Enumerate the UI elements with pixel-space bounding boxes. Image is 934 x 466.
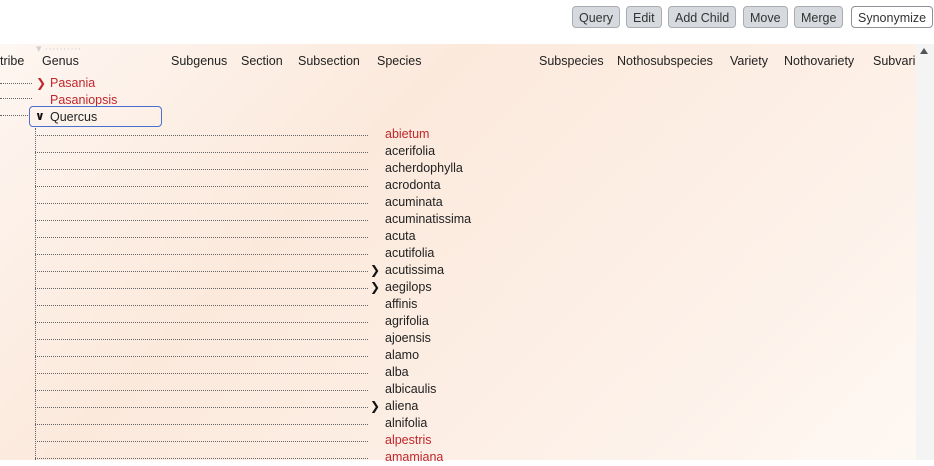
scroll-up-arrow-icon[interactable] — [920, 48, 928, 54]
species-acherdophylla[interactable]: acherdophylla — [385, 160, 463, 177]
column-header-section: Section — [241, 54, 283, 68]
tree-connector — [35, 356, 368, 357]
genus-pasaniopsis[interactable]: Pasaniopsis — [50, 93, 117, 107]
tree-connector — [35, 135, 368, 136]
tree-connector — [35, 254, 368, 255]
expand-chevron-right-icon[interactable]: ❯ — [370, 279, 380, 296]
genus-pasania[interactable]: Pasania — [50, 76, 95, 90]
species-abietum[interactable]: abietum — [385, 126, 429, 143]
tree-connector — [0, 115, 28, 116]
tree-connector — [35, 271, 368, 272]
tree-connector — [35, 373, 368, 374]
genus-quercus[interactable]: Quercus — [50, 110, 97, 124]
species-aegilops[interactable]: aegilops — [385, 279, 432, 296]
synonymize-button[interactable]: Synonymize — [851, 6, 934, 28]
species-ajoensis[interactable]: ajoensis — [385, 330, 431, 347]
add-child-button[interactable]: Add Child — [668, 6, 737, 28]
species-acutissima[interactable]: acutissima — [385, 262, 444, 279]
tree-connector-vertical — [35, 128, 36, 460]
tree-connector — [35, 288, 368, 289]
tree-connector — [0, 98, 32, 99]
expand-chevron-right-icon[interactable]: ❯ — [370, 262, 380, 279]
species-acrodonta[interactable]: acrodonta — [385, 177, 441, 194]
species-acuminatissima[interactable]: acuminatissima — [385, 211, 471, 228]
toolbar: Query Edit Add Child Move Merge Synonymi… — [0, 0, 934, 42]
column-header-variety: Variety — [730, 54, 768, 68]
species-acuta[interactable]: acuta — [385, 228, 416, 245]
expand-chevron-right-icon[interactable]: ❯ — [370, 398, 380, 415]
expand-chevron-right-icon[interactable]: ❯ — [36, 76, 46, 90]
species-amamiana[interactable]: amamiana — [385, 449, 443, 466]
species-agrifolia[interactable]: agrifolia — [385, 313, 429, 330]
column-header-genus: Genus — [42, 54, 79, 68]
tree-connector — [35, 424, 368, 425]
species-aliena[interactable]: aliena — [385, 398, 418, 415]
tree-connector — [35, 203, 368, 204]
tree-connector — [35, 390, 368, 391]
species-alnifolia[interactable]: alnifolia — [385, 415, 427, 432]
column-header-subspecies: Subspecies — [539, 54, 604, 68]
species-acutifolia[interactable]: acutifolia — [385, 245, 434, 262]
tree-connector — [35, 322, 368, 323]
vertical-scrollbar[interactable] — [916, 44, 934, 460]
species-acerifolia[interactable]: acerifolia — [385, 143, 435, 160]
tree-connector — [35, 152, 368, 153]
species-alba[interactable]: alba — [385, 364, 409, 381]
species-acuminata[interactable]: acuminata — [385, 194, 443, 211]
tree-connector — [35, 458, 368, 459]
tree-connector — [35, 220, 368, 221]
tree-connector — [35, 407, 368, 408]
column-header-subsection: Subsection — [298, 54, 360, 68]
column-header-nothosubspecies: Nothosubspecies — [617, 54, 713, 68]
tree-connector — [0, 83, 32, 84]
species-alamo[interactable]: alamo — [385, 347, 419, 364]
column-header-tribe: tribe — [0, 54, 25, 68]
column-header-subvariety: Subvari — [873, 54, 916, 68]
tree-connector — [35, 339, 368, 340]
column-header-nothovariety: Nothovariety — [784, 54, 855, 68]
query-button[interactable]: Query — [572, 6, 621, 28]
tree-connector — [35, 169, 368, 170]
tree-connector — [35, 237, 368, 238]
move-button[interactable]: Move — [743, 6, 788, 28]
tree-connector — [35, 186, 368, 187]
merge-button[interactable]: Merge — [794, 6, 844, 28]
species-affinis[interactable]: affinis — [385, 296, 417, 313]
collapse-chevron-down-icon[interactable]: ∨ — [35, 109, 45, 123]
column-header-species: Species — [377, 54, 422, 68]
tree-connector — [35, 441, 368, 442]
tree-connector — [35, 305, 368, 306]
species-albicaulis[interactable]: albicaulis — [385, 381, 436, 398]
edit-button[interactable]: Edit — [626, 6, 662, 28]
species-alpestris[interactable]: alpestris — [385, 432, 432, 449]
column-header-subgenus: Subgenus — [171, 54, 228, 68]
